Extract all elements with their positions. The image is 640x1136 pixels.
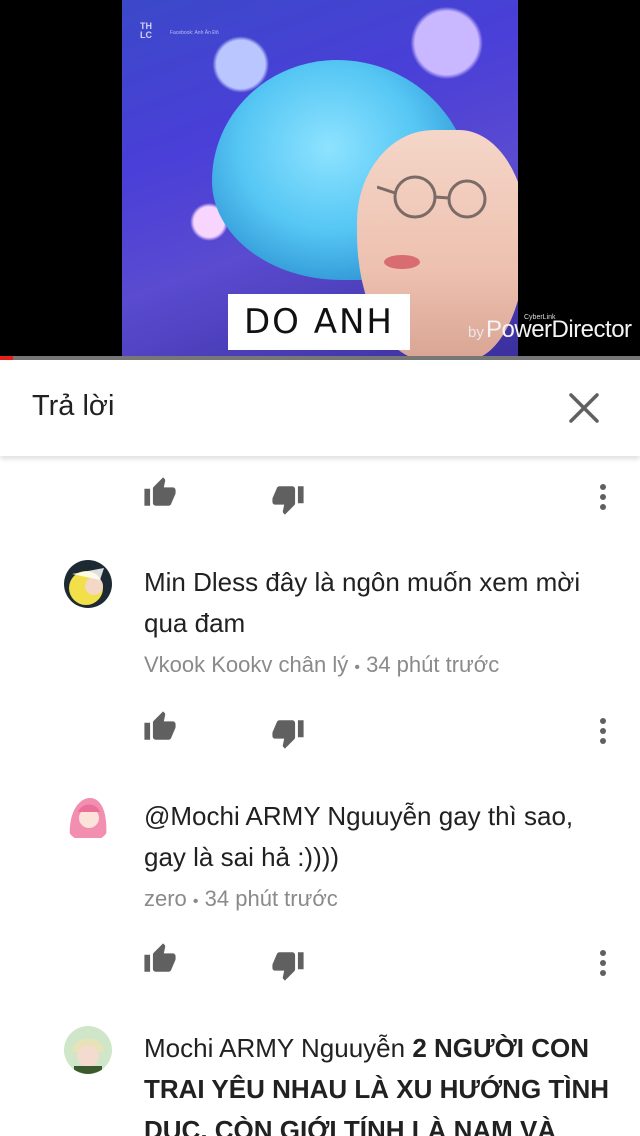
dislike-button[interactable] (271, 716, 305, 750)
like-button[interactable] (143, 476, 177, 510)
thumbs-up-icon (144, 943, 176, 972)
reply-to-channel[interactable]: Vkook Kookv chân lý (144, 652, 348, 677)
video-player[interactable]: TH LC Facebook: Anh Ăn Đô DO ANH by Cybe… (0, 0, 640, 360)
comment-author[interactable]: Mochi ARMY Nguuyễn (144, 1033, 405, 1063)
more-vert-icon (600, 718, 606, 744)
thumbs-up-icon (144, 711, 176, 740)
comment-meta: zero • 34 phút trước (144, 886, 338, 912)
video-watermark: TH LC (140, 21, 152, 40)
comment-text: @Mochi ARMY Nguuyễn gay thì sao, gay là … (144, 796, 614, 878)
thumbs-up-icon (144, 477, 176, 506)
brand-by-text: by (468, 324, 484, 341)
avatar[interactable] (64, 560, 112, 608)
thumbs-down-icon (272, 952, 304, 981)
meta-separator: • (354, 659, 360, 676)
comment-list[interactable]: Min Dless đây là ngôn muốn xem mời qua đ… (0, 456, 640, 1136)
thumbs-down-icon (272, 486, 304, 515)
reply-to-channel[interactable]: zero (144, 886, 187, 911)
more-vert-icon (600, 484, 606, 510)
avatar-image (64, 794, 112, 842)
avatar-image (64, 560, 112, 608)
more-options-button[interactable] (594, 946, 612, 980)
comment-actions (0, 710, 640, 760)
video-lips-shape (384, 255, 420, 269)
meta-separator: • (192, 893, 199, 910)
comment-text: Mochi ARMY Nguuyễn 2 NGƯỜI CON TRAI YÊU … (144, 1028, 624, 1136)
more-options-button[interactable] (594, 480, 612, 514)
comment-meta: Vkook Kookv chân lý • 34 phút trước (144, 652, 499, 678)
video-caption: DO ANH (228, 294, 410, 350)
glasses-shape (377, 175, 487, 219)
like-button[interactable] (143, 942, 177, 976)
comment-actions (0, 942, 640, 992)
close-icon (569, 393, 599, 423)
comment-actions (0, 476, 640, 526)
like-button[interactable] (143, 710, 177, 744)
thumbs-down-icon (272, 720, 304, 749)
brand-powerdirector-text: PowerDirector (486, 316, 632, 343)
more-vert-icon (600, 950, 606, 976)
reply-title: Trả lời (32, 390, 115, 422)
more-options-button[interactable] (594, 714, 612, 748)
comment-time: 34 phút trước (204, 886, 338, 911)
avatar[interactable] (64, 794, 112, 842)
reply-header: Trả lời (0, 360, 640, 456)
avatar-image (64, 1026, 112, 1074)
comment-author[interactable]: Min Dless (144, 567, 258, 597)
comment-text: Min Dless đây là ngôn muốn xem mời qua đ… (144, 562, 614, 644)
comment-time: 34 phút trước (366, 652, 500, 677)
close-button[interactable] (566, 390, 602, 426)
comment-author[interactable]: @Mochi ARMY Nguuyễn (144, 801, 432, 831)
video-watermark-sub: Facebook: Anh Ăn Đô (170, 30, 219, 36)
avatar[interactable] (64, 1026, 112, 1074)
dislike-button[interactable] (271, 482, 305, 516)
dislike-button[interactable] (271, 948, 305, 982)
